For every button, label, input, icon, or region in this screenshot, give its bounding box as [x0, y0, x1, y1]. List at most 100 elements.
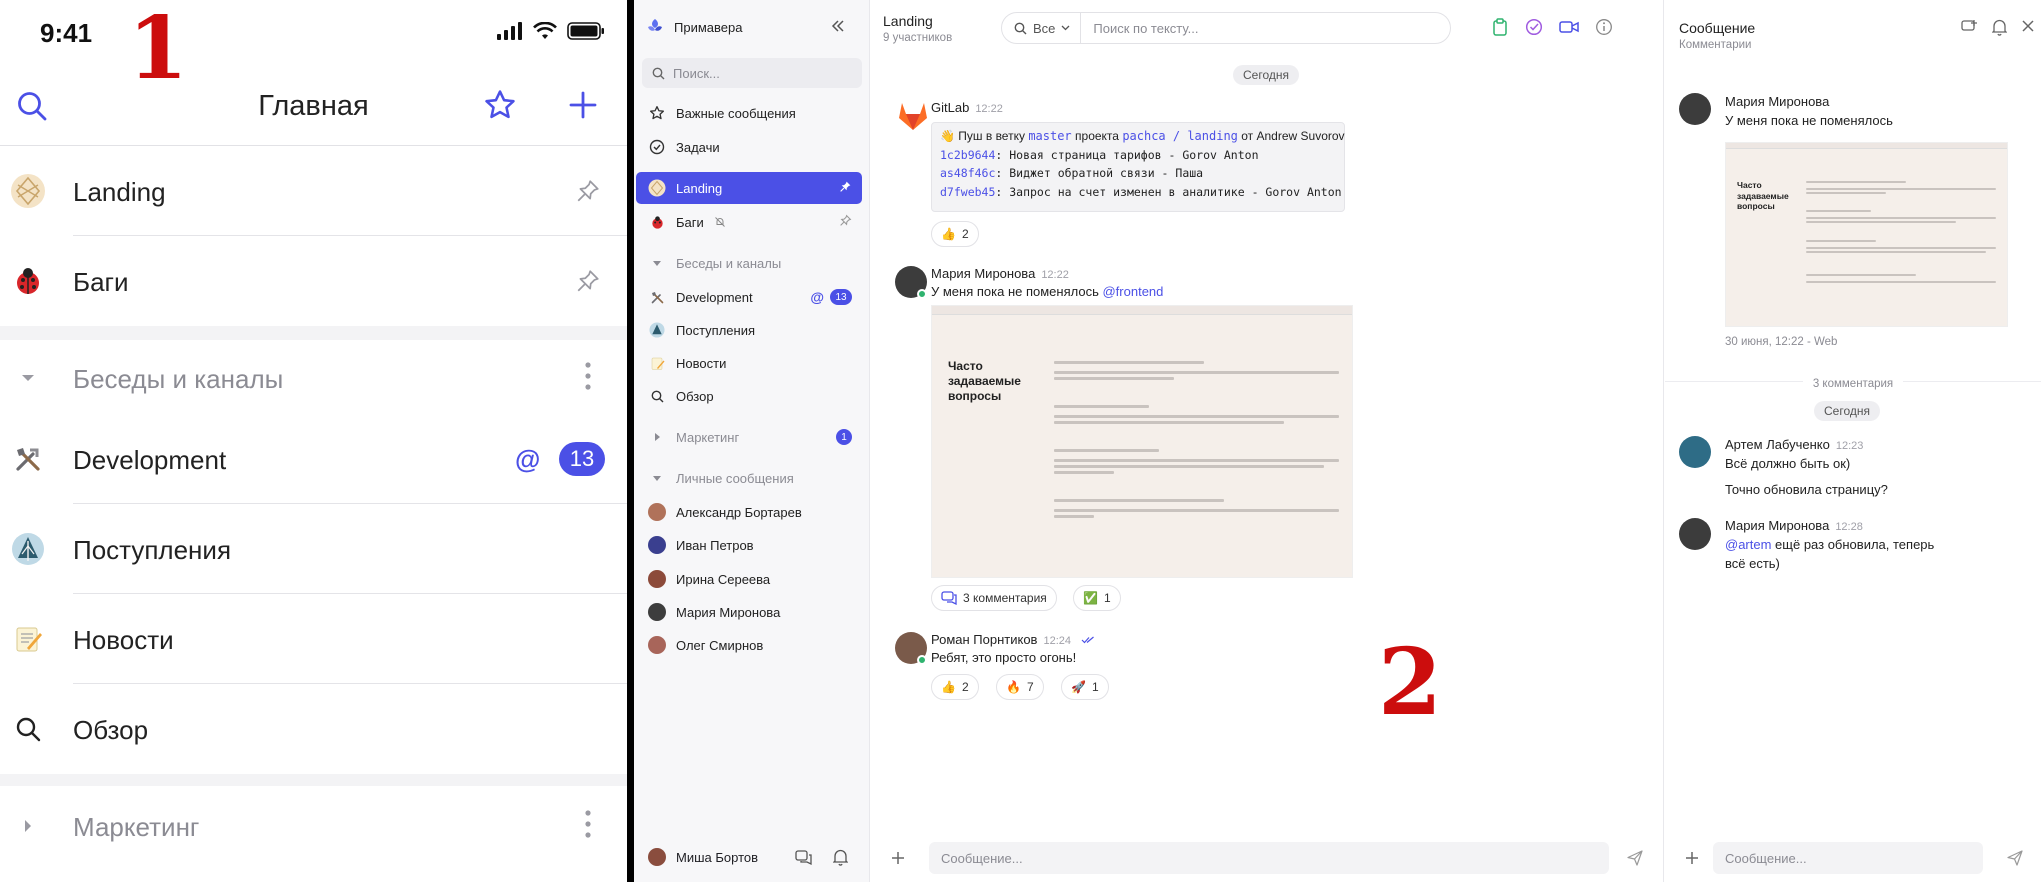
- author-name[interactable]: GitLab: [931, 100, 969, 115]
- message-meta: 30 июня, 12:22 - Web: [1725, 336, 1838, 348]
- search-placeholder: Поиск по тексту...: [1093, 20, 1199, 36]
- message-input[interactable]: Сообщение...: [929, 842, 1609, 874]
- threads-icon[interactable]: [795, 850, 812, 866]
- section-marketing[interactable]: Маркетинг 1: [636, 421, 862, 453]
- plus-icon[interactable]: [1685, 851, 1699, 865]
- comment-input[interactable]: Сообщение...: [1713, 842, 1983, 874]
- sidebar-item-important[interactable]: Важные сообщения: [636, 97, 862, 129]
- sidebar-item-tasks[interactable]: Задачи: [636, 131, 862, 163]
- chat-search[interactable]: Все Поиск по тексту...: [1001, 12, 1451, 44]
- add-thread-icon[interactable]: [1961, 19, 1978, 36]
- sidebar-item-landing[interactable]: Landing: [636, 172, 862, 204]
- send-icon[interactable]: [2007, 850, 2023, 866]
- reaction-button[interactable]: 👍 2: [931, 674, 979, 700]
- list-item-landing[interactable]: Landing: [0, 146, 627, 236]
- plus-icon[interactable]: [891, 851, 905, 865]
- list-item-development[interactable]: Development @ 13: [0, 414, 627, 504]
- avatar[interactable]: [1679, 518, 1711, 550]
- sidebar-item-label: Обзор: [676, 388, 714, 404]
- reaction-button[interactable]: 🔥 7: [996, 674, 1044, 700]
- current-user[interactable]: Миша Бортов: [648, 848, 758, 866]
- reaction-button[interactable]: ✅ 1: [1073, 585, 1121, 611]
- attachment-image[interactable]: Часто задаваемые вопросы: [1725, 142, 2008, 327]
- message-author: Артем Лабученко 12:23: [1725, 437, 1863, 452]
- attachment-image[interactable]: Часто задаваемые вопросы: [931, 305, 1353, 578]
- pin-icon[interactable]: [839, 180, 852, 193]
- thread-panel: Сообщение Комментарии Мария Миронова У м…: [1665, 0, 2041, 882]
- commit-hash[interactable]: d7fweb45: [940, 185, 995, 199]
- reaction-button[interactable]: 👍 2: [931, 221, 979, 247]
- bell-icon[interactable]: [1992, 19, 2007, 36]
- more-vertical-icon[interactable]: [585, 362, 591, 390]
- message-author[interactable]: Мария Миронова: [1725, 94, 1829, 109]
- author-name[interactable]: Роман Порнтиков: [931, 632, 1037, 647]
- pin-icon[interactable]: [575, 268, 601, 294]
- sidebar-item-overview[interactable]: Обзор: [636, 380, 862, 412]
- task-check-icon[interactable]: [1525, 18, 1543, 36]
- tree-icon: [648, 321, 666, 339]
- pin-icon[interactable]: [575, 178, 601, 204]
- section-label: Беседы и каналы: [73, 364, 284, 394]
- plus-icon[interactable]: [568, 90, 598, 120]
- sidebar-item-person[interactable]: Мария Миронова: [636, 596, 862, 628]
- collapse-sidebar-icon[interactable]: [830, 18, 846, 34]
- avatar[interactable]: [1679, 93, 1711, 125]
- section-marketing[interactable]: Маркетинг: [0, 786, 627, 862]
- author-name[interactable]: Мария Миронова: [1725, 518, 1829, 533]
- send-icon[interactable]: [1627, 850, 1643, 866]
- comments-button[interactable]: 3 комментария: [931, 585, 1057, 611]
- bell-icon[interactable]: [833, 849, 848, 866]
- workspace-switcher[interactable]: Примавера: [646, 18, 742, 36]
- project-link[interactable]: pachca / landing: [1122, 129, 1238, 143]
- landing-logo-icon: [10, 173, 46, 209]
- mention-link[interactable]: @frontend: [1102, 284, 1163, 299]
- sidebar-search[interactable]: Поиск...: [642, 58, 862, 88]
- author-name[interactable]: Мария Миронова: [931, 266, 1035, 281]
- pin-icon[interactable]: [839, 214, 852, 227]
- comments-count: 3 комментария: [963, 591, 1047, 605]
- section-personal[interactable]: Личные сообщения: [636, 462, 862, 494]
- sidebar-item-person[interactable]: Александр Бортарев: [636, 496, 862, 528]
- sidebar-item-person[interactable]: Ирина Сереева: [636, 563, 862, 595]
- sidebar-item-news[interactable]: Новости: [636, 347, 862, 379]
- unread-badge: 13: [559, 442, 605, 476]
- clipboard-icon[interactable]: [1491, 18, 1509, 36]
- memo-icon: [10, 621, 46, 657]
- sidebar-item-development[interactable]: Development @13: [636, 281, 862, 313]
- author-name[interactable]: Артем Лабученко: [1725, 437, 1830, 452]
- sidebar-item-bugs[interactable]: Баги: [636, 206, 862, 238]
- search-filter-dropdown[interactable]: Все: [1002, 13, 1082, 43]
- chat-members[interactable]: 9 участников: [883, 32, 952, 44]
- reaction-button[interactable]: 🚀 1: [1061, 674, 1109, 700]
- commit-hash[interactable]: 1c2b9644: [940, 148, 995, 162]
- reaction-count: 7: [1026, 680, 1034, 694]
- section-chats[interactable]: Беседы и каналы: [0, 340, 627, 414]
- branch-link[interactable]: master: [1028, 129, 1071, 143]
- status-bar: 9:41: [0, 0, 627, 64]
- date-separator: Сегодня: [1233, 65, 1299, 85]
- info-icon[interactable]: [1595, 18, 1613, 36]
- list-item-income[interactable]: Поступления: [0, 504, 627, 594]
- avatar[interactable]: [1679, 436, 1711, 468]
- sidebar-item-person[interactable]: Иван Петров: [636, 529, 862, 561]
- more-vertical-icon[interactable]: [585, 810, 591, 838]
- video-icon[interactable]: [1559, 18, 1579, 36]
- message-time: 12:24: [1043, 635, 1071, 647]
- sidebar-item-income[interactable]: Поступления: [636, 314, 862, 346]
- unread-badge: 1: [836, 429, 852, 445]
- reaction-count: 2: [961, 680, 969, 694]
- list-item-label: Новости: [73, 625, 174, 655]
- message-body: ещё раз обновила, теперь: [1771, 537, 1935, 552]
- list-item-news[interactable]: Новости: [0, 594, 627, 684]
- section-label: Маркетинг: [676, 429, 740, 445]
- filter-label: Все: [1033, 20, 1056, 36]
- reaction-count: 1: [1103, 591, 1111, 605]
- section-chats[interactable]: Беседы и каналы: [636, 247, 862, 279]
- sidebar-item-person[interactable]: Олег Смирнов: [636, 629, 862, 661]
- list-item-overview[interactable]: Обзор: [0, 684, 627, 774]
- star-icon[interactable]: [483, 88, 517, 122]
- list-item-bugs[interactable]: Баги: [0, 236, 627, 326]
- close-icon[interactable]: [2021, 19, 2035, 36]
- mention-link[interactable]: @artem: [1725, 537, 1771, 552]
- commit-hash[interactable]: as48f46c: [940, 166, 995, 180]
